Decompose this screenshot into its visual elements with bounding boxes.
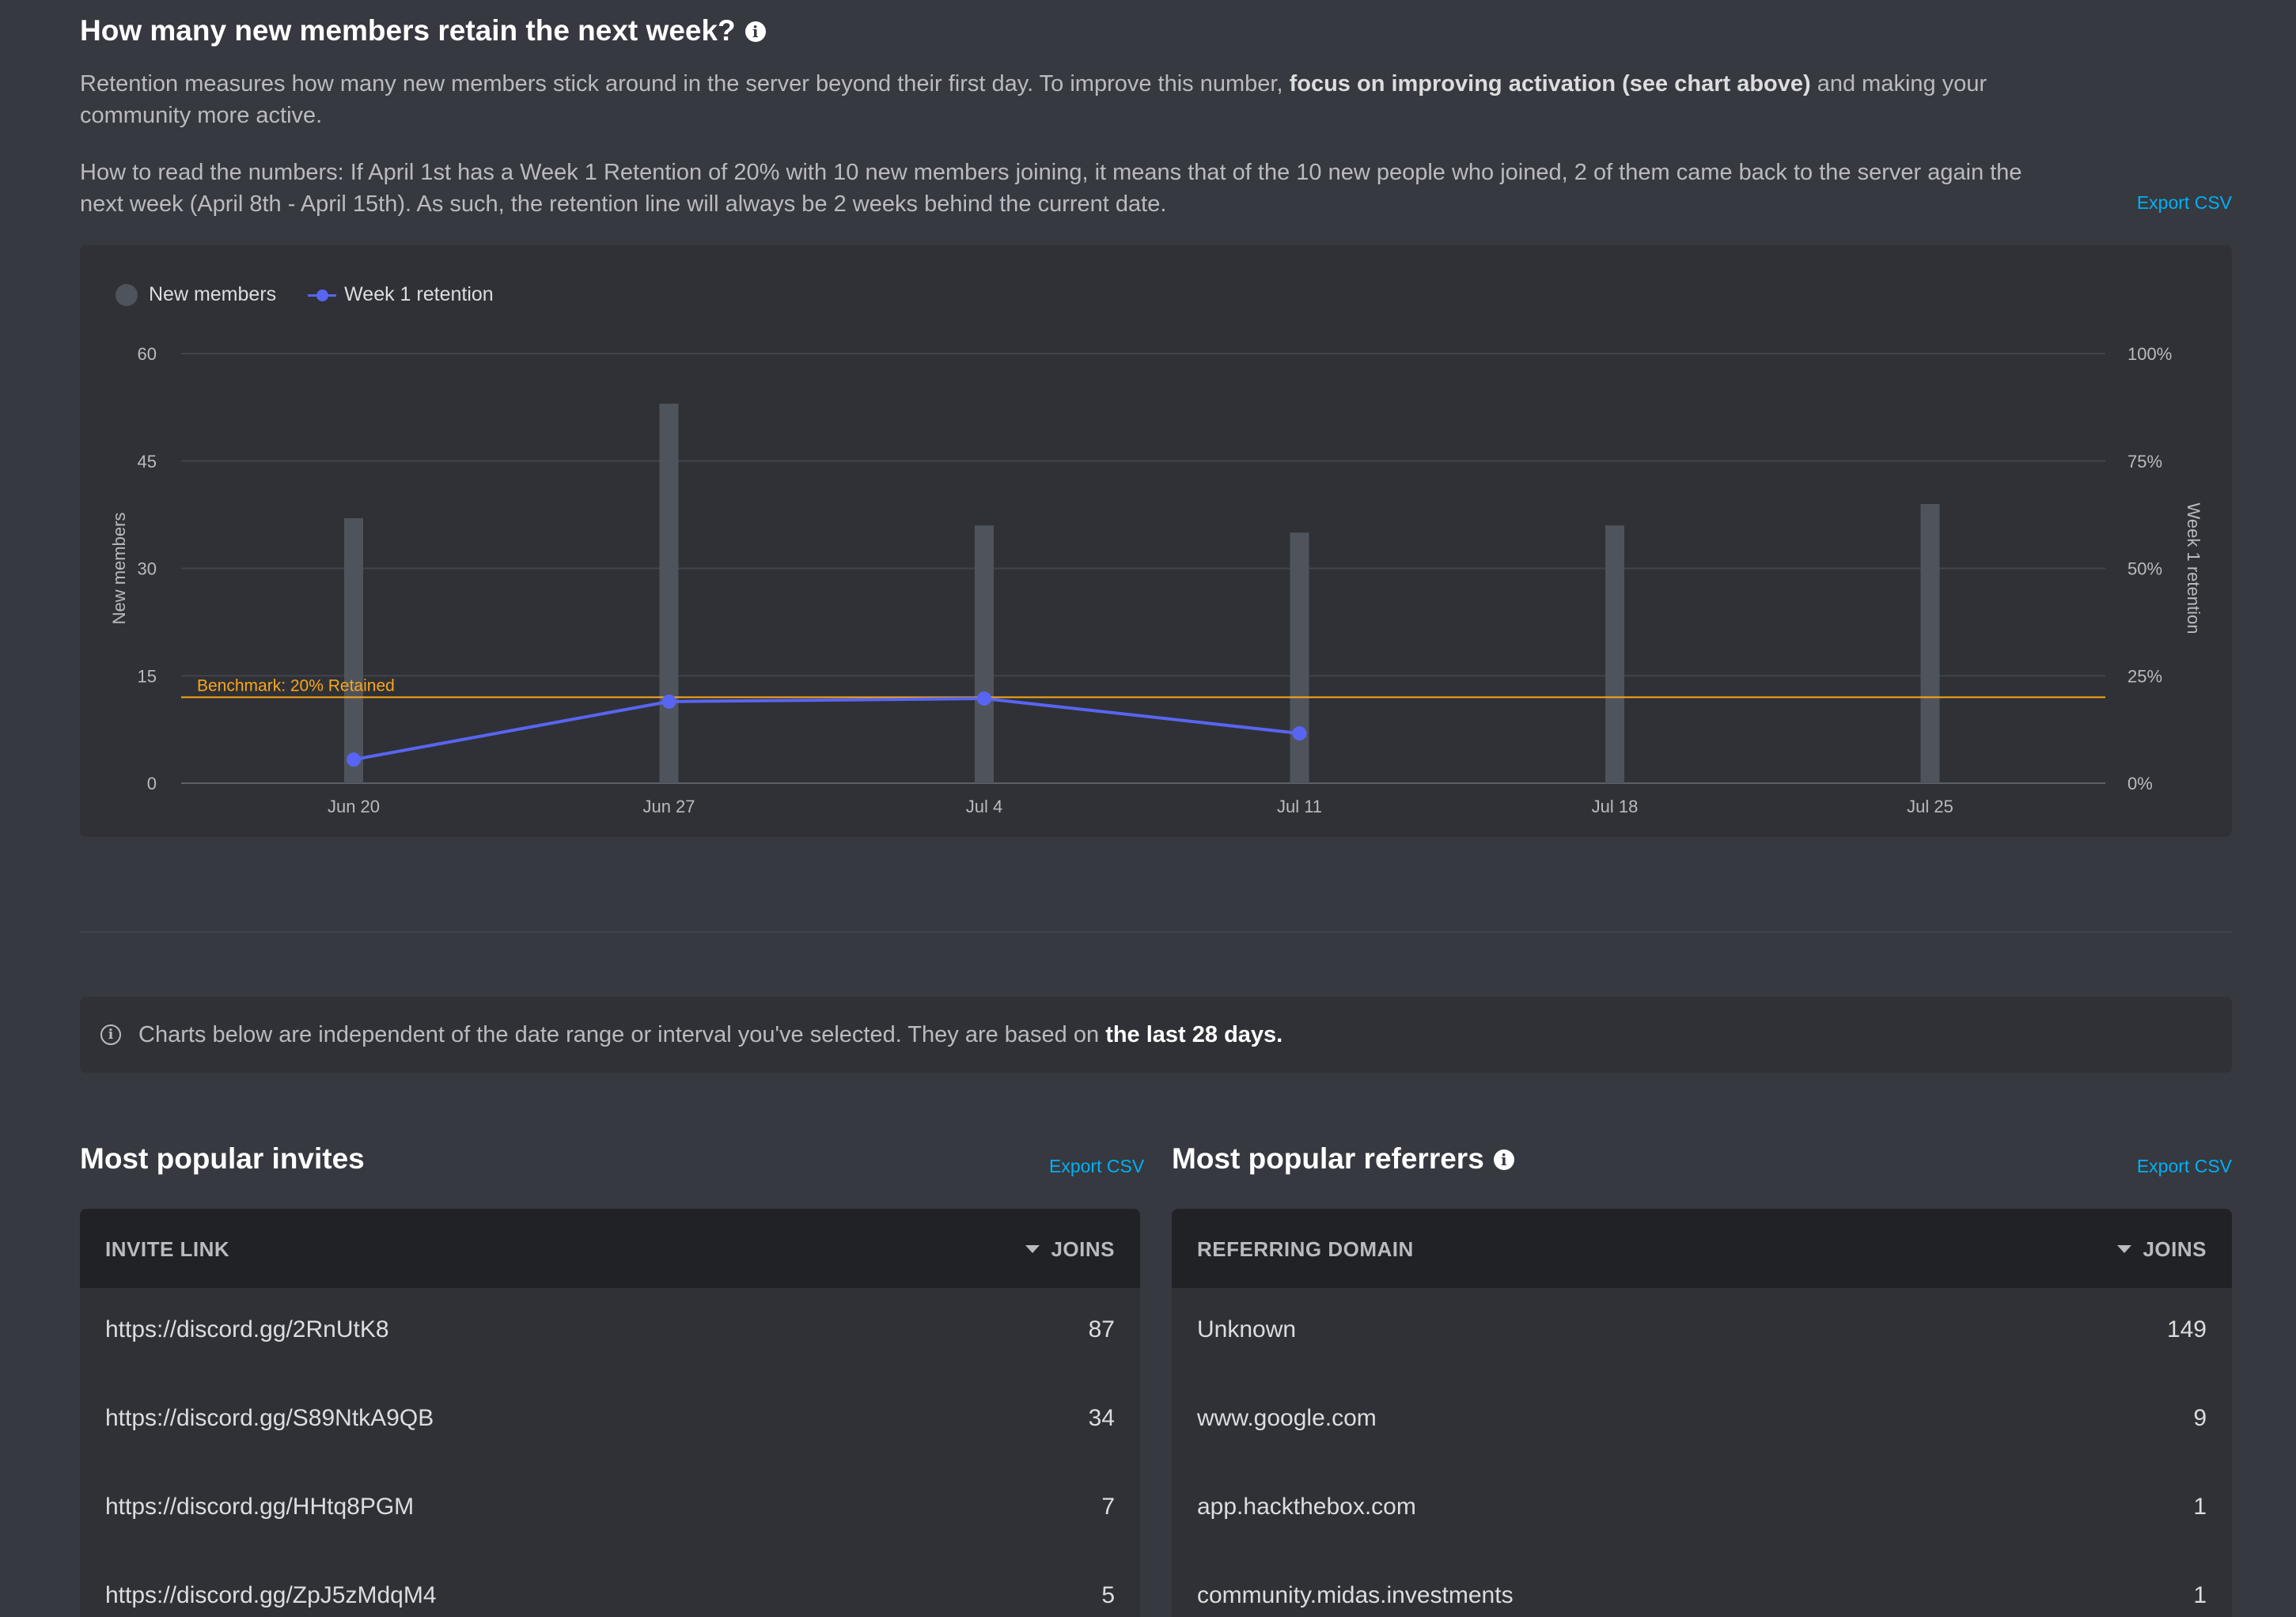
table-row: Unknown 149 <box>1172 1288 2232 1377</box>
bar <box>344 518 363 783</box>
referrers-title: Most popular referrers <box>1172 1142 1484 1175</box>
x-tick-label: Jul 4 <box>966 797 1002 816</box>
y-right-tick-label: 0% <box>2127 774 2153 793</box>
referrer-joins: 9 <box>2193 1405 2207 1431</box>
table-row[interactable]: https://discord.gg/ZpJ5zMdqM4 5 <box>80 1554 1140 1617</box>
invite-joins: 7 <box>1101 1494 1115 1520</box>
referrers-heading: Most popular referrers i <box>1172 1142 1514 1176</box>
y-right-tick-label: 50% <box>2127 559 2162 579</box>
y-tick-label: 0 <box>147 774 157 793</box>
retention-export-csv-link[interactable]: Export CSV <box>2137 192 2232 214</box>
retention-description: Retention measures how many new members … <box>80 68 2216 131</box>
retention-chart: 0 0% 15 25% 30 50% 45 75% 60 100% New members Week … <box>109 344 2203 816</box>
retention-line <box>353 697 1300 762</box>
retention-heading: How many new members retain the next wee… <box>80 14 766 47</box>
y-tick-label: 15 <box>138 666 157 686</box>
table-row: www.google.com 9 <box>1172 1377 2232 1465</box>
table-row[interactable]: https://discord.gg/S89NtkA9QB 34 <box>80 1377 1140 1465</box>
invite-joins: 34 <box>1088 1405 1115 1431</box>
benchmark-label: Benchmark: 20% Retained <box>197 676 395 695</box>
bar <box>975 525 994 783</box>
x-tick-label: Jul 25 <box>1907 797 1953 816</box>
retention-desc-bold: focus on improving activation (see chart… <box>1289 71 1811 97</box>
how-to-read-line1: How to read the numbers: If April 1st ha… <box>80 160 2022 185</box>
y-right-tick-label: 100% <box>2127 344 2172 364</box>
invites-table-body: https://discord.gg/2RnUtK8 87 https://di… <box>80 1288 1140 1617</box>
sort-desc-icon <box>2117 1245 2132 1253</box>
retention-how-to-read: How to read the numbers: If April 1st ha… <box>80 157 2177 220</box>
section-divider <box>80 931 2232 933</box>
retention-desc-text: Retention measures how many new members … <box>80 71 1290 97</box>
referring-domain: community.midas.investments <box>1197 1582 1514 1608</box>
x-tick-label: Jul 11 <box>1277 797 1322 816</box>
info-circle-icon: i <box>100 1024 121 1045</box>
bar <box>1920 504 1940 783</box>
referrers-table-header: REFERRING DOMAIN JOINS <box>1172 1209 2232 1288</box>
how-to-read-line2: next week (April 8th - April 15th). As s… <box>80 191 1167 217</box>
table-row: community.midas.investments 1 <box>1172 1554 2232 1617</box>
invite-link-column-header[interactable]: INVITE LINK <box>105 1237 229 1262</box>
sort-desc-icon <box>1025 1245 1040 1253</box>
retention-desc-line2: community more active. <box>80 103 323 128</box>
retention-title: How many new members retain the next wee… <box>80 14 736 47</box>
table-row[interactable]: https://discord.gg/2RnUtK8 87 <box>80 1288 1140 1377</box>
bar <box>659 403 679 783</box>
invites-title: Most popular invites <box>80 1142 365 1175</box>
y-right-tick-label: 25% <box>2127 666 2162 686</box>
info-icon[interactable]: i <box>1493 1149 1514 1170</box>
y-tick-label: 45 <box>138 452 157 471</box>
retention-point <box>347 752 361 767</box>
referrer-joins: 149 <box>2166 1316 2207 1342</box>
invites-table-header: INVITE LINK JOINS <box>80 1209 1140 1288</box>
referring-domain: www.google.com <box>1197 1405 1377 1431</box>
retention-point <box>661 694 676 709</box>
retention-point <box>1292 726 1307 741</box>
referring-domain: app.hackthebox.com <box>1197 1494 1416 1520</box>
y-right-axis-title: Week 1 retention <box>2184 503 2203 634</box>
invites-joins-sort-header[interactable]: JOINS <box>1025 1237 1115 1262</box>
referrers-joins-column-header: JOINS <box>2143 1237 2207 1261</box>
referrers-export-csv-link[interactable]: Export CSV <box>2137 1156 2232 1177</box>
table-row: app.hackthebox.com 1 <box>1172 1465 2232 1554</box>
bar <box>1290 532 1309 783</box>
x-tick-label: Jun 20 <box>328 797 380 816</box>
x-tick-label: Jun 27 <box>642 797 695 816</box>
y-axis-title: New members <box>109 513 129 625</box>
bar <box>1605 525 1624 783</box>
invites-joins-column-header: JOINS <box>1051 1237 1115 1261</box>
notice-text: Charts below are independent of the date… <box>138 1021 1106 1047</box>
y-right-tick-label: 75% <box>2127 452 2162 471</box>
invite-link[interactable]: https://discord.gg/ZpJ5zMdqM4 <box>105 1582 437 1609</box>
referring-domain-column-header[interactable]: REFERRING DOMAIN <box>1197 1237 1414 1262</box>
x-tick-label: Jul 18 <box>1592 797 1639 816</box>
invite-link[interactable]: https://discord.gg/HHtq8PGM <box>105 1494 414 1520</box>
notice-bold: the last 28 days. <box>1105 1021 1283 1047</box>
invite-joins: 5 <box>1101 1582 1115 1608</box>
invite-link[interactable]: https://discord.gg/S89NtkA9QB <box>105 1405 434 1432</box>
invite-joins: 87 <box>1088 1316 1115 1342</box>
retention-desc-text-post: and making your <box>1810 71 1987 97</box>
invites-export-csv-link[interactable]: Export CSV <box>1049 1156 1144 1177</box>
date-range-notice: i Charts below are independent of the da… <box>80 997 2232 1073</box>
referring-domain: Unknown <box>1197 1316 1297 1342</box>
invite-link[interactable]: https://discord.gg/2RnUtK8 <box>105 1316 389 1343</box>
info-icon[interactable]: i <box>744 21 766 42</box>
retention-point <box>977 691 991 706</box>
y-tick-label: 30 <box>138 559 157 579</box>
referrers-table-body: Unknown 149 www.google.com 9 app.hackthe… <box>1172 1288 2232 1617</box>
referrers-joins-sort-header[interactable]: JOINS <box>2117 1237 2207 1262</box>
table-row[interactable]: https://discord.gg/HHtq8PGM 7 <box>80 1465 1140 1554</box>
referrer-joins: 1 <box>2193 1494 2207 1520</box>
referrer-joins: 1 <box>2193 1582 2207 1608</box>
y-tick-label: 60 <box>138 344 157 364</box>
